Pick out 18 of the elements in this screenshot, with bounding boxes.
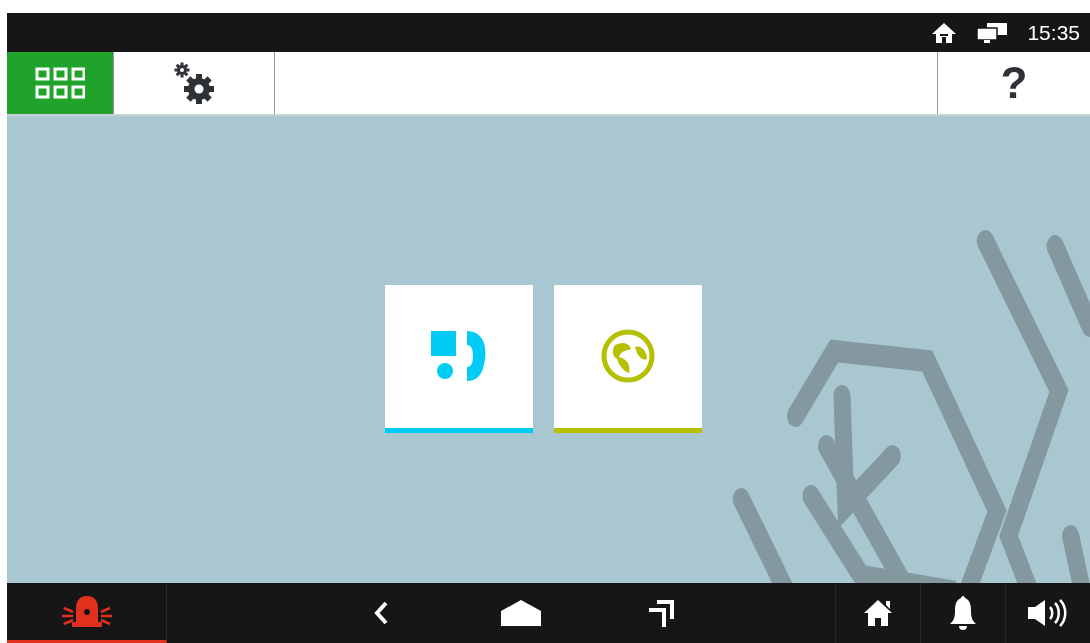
- gear-icon: [172, 60, 216, 106]
- back-icon: [373, 600, 389, 626]
- grid-icon: [35, 66, 85, 100]
- globe-icon: [601, 329, 655, 383]
- home-icon: [931, 21, 958, 44]
- recent-apps-icon: [646, 598, 676, 628]
- apps-tab[interactable]: [7, 52, 114, 114]
- web-tile[interactable]: [554, 284, 702, 433]
- status-time: 15:35: [1027, 20, 1080, 45]
- help-button[interactable]: ?: [937, 52, 1090, 114]
- alarm-button[interactable]: [7, 583, 167, 643]
- network-icon: [975, 21, 1010, 44]
- home-shape-icon: [500, 599, 542, 627]
- bell-icon: [949, 595, 977, 631]
- alarm-icon: [61, 593, 112, 630]
- intercom-icon: [431, 331, 487, 381]
- intercom-tile[interactable]: [385, 284, 533, 433]
- house-icon: [862, 598, 894, 628]
